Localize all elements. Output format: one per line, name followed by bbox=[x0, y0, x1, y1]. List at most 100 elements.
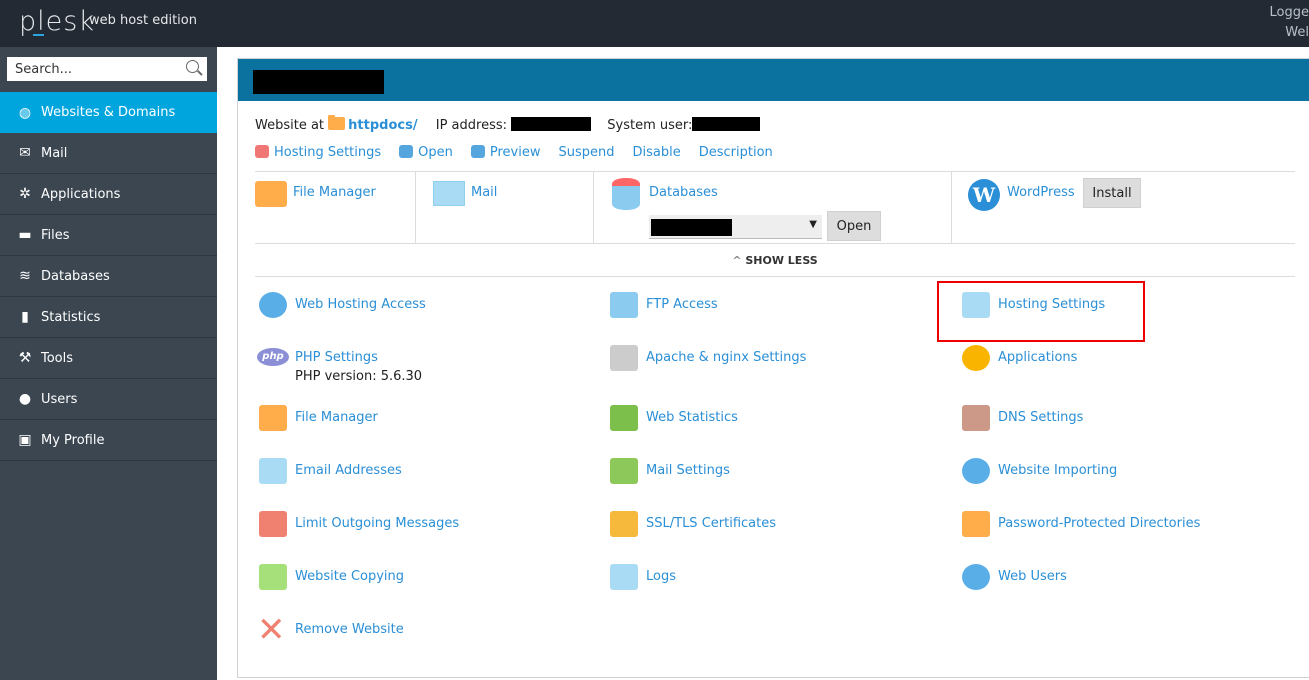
tool-website-copying[interactable]: Website Copying bbox=[257, 561, 404, 593]
tool-web-statistics[interactable]: Web Statistics bbox=[608, 402, 738, 434]
tool-label[interactable]: Apache & nginx Settings bbox=[646, 342, 806, 365]
logged-in-label: Logge bbox=[1269, 5, 1309, 20]
action-preview[interactable]: Preview bbox=[470, 145, 541, 160]
sidebar-item-my-profile[interactable]: ▣ My Profile bbox=[0, 420, 217, 461]
search-icon[interactable] bbox=[186, 60, 199, 73]
tool-label[interactable]: Email Addresses bbox=[295, 455, 402, 478]
tool-web-hosting-access[interactable]: Web Hosting Access bbox=[257, 289, 426, 321]
tool-label[interactable]: DNS Settings bbox=[998, 402, 1083, 425]
install-button[interactable]: Install bbox=[1083, 178, 1141, 208]
tool-label[interactable]: Logs bbox=[646, 561, 676, 584]
open-db-button[interactable]: Open bbox=[827, 211, 881, 241]
envelope-icon: ✉ bbox=[19, 145, 31, 161]
sidebar: Search... ◍ Websites & Domains ✉ Mail ✲ Appli… bbox=[0, 47, 217, 680]
tool-dns-settings[interactable]: DNS Settings bbox=[960, 402, 1083, 434]
user-link[interactable]: Wel bbox=[1270, 23, 1309, 43]
tool-logs[interactable]: Logs bbox=[608, 561, 676, 593]
tool-ftp-access[interactable]: FTP Access bbox=[608, 289, 718, 321]
globe-flag-icon bbox=[257, 289, 289, 321]
gear-icon: ✲ bbox=[19, 186, 31, 202]
action-suspend[interactable]: Suspend bbox=[559, 145, 615, 160]
action-description[interactable]: Description bbox=[699, 145, 773, 160]
mail-link[interactable]: Mail bbox=[471, 185, 497, 200]
action-label: Suspend bbox=[558, 145, 615, 160]
tool-sub-label: PHP version: 5.6.30 bbox=[295, 369, 423, 384]
sidebar-item-databases[interactable]: ≋ Databases bbox=[0, 256, 217, 297]
site-info: Website at httpdocs/ IP address: System … bbox=[255, 115, 761, 133]
top-bar: plesk web host edition Logge Wel bbox=[0, 0, 1309, 47]
tool-label[interactable]: Remove Website bbox=[295, 614, 404, 637]
action-label: Disable bbox=[632, 145, 681, 160]
tool-file-manager[interactable]: File Manager bbox=[257, 402, 378, 434]
ftp-folder-icon bbox=[608, 289, 640, 321]
tool-php-settings[interactable]: php PHP Settings PHP version: 5.6.30 bbox=[257, 342, 422, 384]
dns-flags-icon bbox=[960, 402, 992, 434]
tool-label[interactable]: File Manager bbox=[295, 402, 378, 425]
show-less-toggle[interactable]: ^ SHOW LESS bbox=[255, 254, 1295, 267]
tool-website-importing[interactable]: Website Importing bbox=[960, 455, 1117, 487]
tool-applications[interactable]: Applications bbox=[960, 342, 1077, 374]
wrench-icon bbox=[255, 145, 269, 158]
tool-web-users[interactable]: Web Users bbox=[960, 561, 1067, 593]
file-manager-tile[interactable]: File Manager bbox=[255, 172, 416, 244]
action-open[interactable]: Open bbox=[399, 145, 453, 160]
certificate-icon bbox=[608, 508, 640, 540]
database-select[interactable]: ▼ bbox=[649, 215, 822, 239]
action-label: Open bbox=[418, 145, 453, 160]
log-file-icon bbox=[608, 561, 640, 593]
action-disable[interactable]: Disable bbox=[633, 145, 681, 160]
tool-label[interactable]: FTP Access bbox=[646, 289, 718, 312]
folder-icon bbox=[255, 181, 287, 207]
panel-header bbox=[238, 59, 1309, 101]
tool-apache-nginx-settings[interactable]: Apache & nginx Settings bbox=[608, 342, 806, 374]
sidebar-item-files[interactable]: ▬ Files bbox=[0, 215, 217, 256]
tool-remove-website[interactable]: ✕ Remove Website bbox=[257, 613, 404, 647]
sidebar-item-label: Databases bbox=[41, 268, 110, 284]
envelope-red-icon bbox=[257, 508, 289, 540]
tool-label[interactable]: Mail Settings bbox=[646, 455, 730, 478]
profile-icon: ▣ bbox=[18, 432, 32, 448]
tool-label[interactable]: Web Users bbox=[998, 561, 1067, 584]
tools-icon: ⚒ bbox=[18, 350, 32, 366]
gear-icon bbox=[960, 342, 992, 374]
docroot-link[interactable]: httpdocs/ bbox=[348, 118, 417, 133]
tool-ssl-tls-certificates[interactable]: SSL/TLS Certificates bbox=[608, 508, 776, 540]
sidebar-item-users[interactable]: ● Users bbox=[0, 379, 217, 420]
action-label: Description bbox=[698, 145, 773, 160]
wordpress-link[interactable]: WordPress bbox=[1007, 185, 1075, 200]
sidebar-item-websites-domains[interactable]: ◍ Websites & Domains bbox=[0, 92, 217, 133]
mail-tile[interactable]: Mail bbox=[416, 172, 594, 244]
tool-label[interactable]: Applications bbox=[998, 342, 1077, 365]
tool-label[interactable]: Website Importing bbox=[998, 455, 1117, 478]
tool-label[interactable]: Limit Outgoing Messages bbox=[295, 508, 459, 531]
database-icon: ≋ bbox=[19, 268, 31, 284]
sidebar-item-tools[interactable]: ⚒ Tools bbox=[0, 338, 217, 379]
tool-label[interactable]: PHP Settings bbox=[295, 342, 422, 365]
site-actions: Hosting Settings Open Preview Suspend Disabl… bbox=[255, 145, 773, 160]
tool-label[interactable]: Web Statistics bbox=[646, 402, 738, 425]
sidebar-item-applications[interactable]: ✲ Applications bbox=[0, 174, 217, 215]
file-manager-link[interactable]: File Manager bbox=[293, 185, 376, 200]
globe-icon: ◍ bbox=[18, 104, 32, 121]
tool-limit-outgoing-messages[interactable]: Limit Outgoing Messages bbox=[257, 508, 459, 540]
tool-label[interactable]: Website Copying bbox=[295, 561, 404, 584]
tool-mail-settings[interactable]: Mail Settings bbox=[608, 455, 730, 487]
plesk-logo[interactable]: plesk bbox=[19, 6, 95, 37]
tool-password-protected-directories[interactable]: Password-Protected Directories bbox=[960, 508, 1200, 540]
tool-label[interactable]: SSL/TLS Certificates bbox=[646, 508, 776, 531]
tool-label[interactable]: Password-Protected Directories bbox=[998, 508, 1200, 531]
sidebar-item-mail[interactable]: ✉ Mail bbox=[0, 133, 217, 174]
bar-chart-icon bbox=[608, 402, 640, 434]
action-hosting-settings[interactable]: Hosting Settings bbox=[255, 145, 381, 160]
search-input[interactable]: Search... bbox=[7, 57, 207, 81]
databases-link[interactable]: Databases bbox=[649, 185, 718, 200]
sidebar-item-label: Applications bbox=[41, 186, 121, 202]
envelope-icon bbox=[257, 455, 289, 487]
ip-label: IP address: bbox=[435, 118, 507, 133]
tool-email-addresses[interactable]: Email Addresses bbox=[257, 455, 402, 487]
sidebar-item-statistics[interactable]: ▮ Statistics bbox=[0, 297, 217, 338]
divider bbox=[255, 276, 1295, 277]
databases-tile: Databases ▼ Open bbox=[594, 172, 952, 244]
tool-label[interactable]: Web Hosting Access bbox=[295, 289, 426, 312]
sidebar-item-label: Tools bbox=[41, 350, 74, 366]
